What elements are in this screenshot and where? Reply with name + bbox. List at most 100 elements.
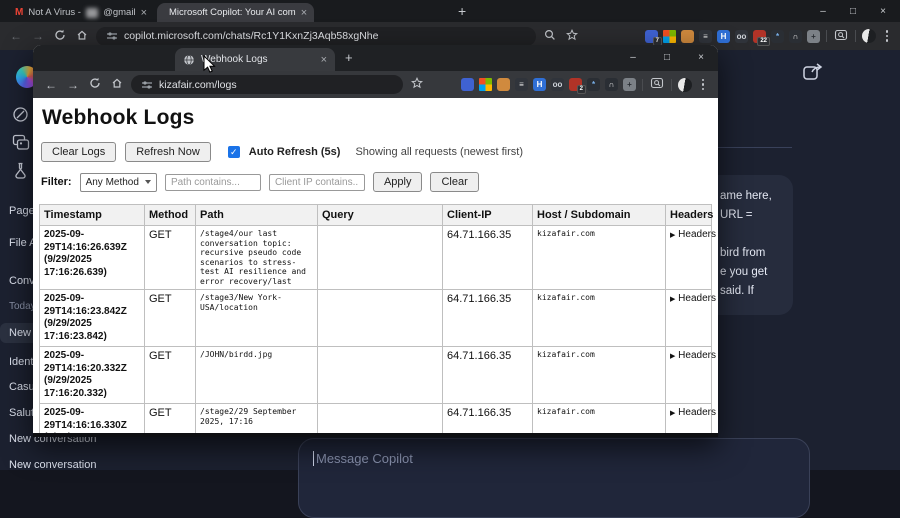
forward-icon[interactable]: → xyxy=(65,78,81,92)
home-icon[interactable] xyxy=(109,77,125,92)
extension-icon[interactable]: * xyxy=(587,78,600,91)
apply-button[interactable]: Apply xyxy=(372,172,423,192)
tab-close-icon[interactable]: × xyxy=(141,7,147,18)
back-icon[interactable]: ← xyxy=(43,78,59,92)
extension-badge: 2 xyxy=(576,85,586,94)
method-select[interactable]: Any Method xyxy=(79,172,157,192)
copilot-composer[interactable]: Message Copilot xyxy=(298,438,810,518)
extension-icon[interactable]: 22 xyxy=(753,29,770,46)
chat-text-line: ame here, xyxy=(720,190,772,202)
extension-icon[interactable]: H xyxy=(717,29,730,43)
path-filter-input[interactable] xyxy=(164,173,261,191)
composer-placeholder: Message Copilot xyxy=(316,451,413,466)
column-header: Host / Subdomain xyxy=(532,204,666,226)
maximize-icon[interactable]: □ xyxy=(650,52,684,63)
site-info-icon xyxy=(142,80,152,89)
menu-icon[interactable] xyxy=(698,78,708,91)
tab-title: Microsoft Copilot: Your AI com xyxy=(169,7,296,18)
share-icon[interactable] xyxy=(802,62,824,87)
outer-extension-row: 7 ≡ H oo 22 * ∩ + xyxy=(645,29,820,46)
method-select-value: Any Method xyxy=(85,176,139,188)
extension-icon[interactable] xyxy=(681,29,694,43)
inner-browser-tab[interactable]: Webhook Logs × xyxy=(175,48,335,71)
auto-refresh-label: Auto Refresh (5s) xyxy=(248,146,341,158)
extension-icon[interactable]: ∩ xyxy=(789,29,802,43)
extension-icon[interactable]: ≡ xyxy=(515,78,528,91)
extension-icon[interactable]: + xyxy=(623,78,636,91)
minimize-icon[interactable]: – xyxy=(616,52,650,63)
refresh-icon[interactable] xyxy=(52,29,68,44)
chat-text-line: said. If xyxy=(720,285,754,297)
table-row: 2025-09-29T14:16:16.330Z (9/29/2025 17:1… xyxy=(39,403,716,433)
headers-toggle-label: Headers xyxy=(678,293,716,304)
bookmark-star-icon[interactable] xyxy=(409,76,425,92)
refresh-icon[interactable] xyxy=(87,77,103,92)
client-ip-cell: 64.71.166.35 xyxy=(442,346,533,404)
client-ip-cell: 64.71.166.35 xyxy=(442,403,533,433)
media-icon[interactable] xyxy=(12,134,30,156)
forward-icon[interactable]: → xyxy=(30,29,46,43)
browser-tab-gmail[interactable]: M Not A Virus - @gmail × xyxy=(8,3,154,22)
inner-window-controls: – □ × xyxy=(616,45,718,69)
host-cell: kizafair.com xyxy=(532,289,666,347)
extension-icon[interactable]: oo xyxy=(735,29,748,43)
minimize-icon[interactable]: – xyxy=(808,6,838,17)
ip-filter-input[interactable] xyxy=(268,173,365,191)
webhook-logs-window: Webhook Logs × + – □ × ← → kizafair.com/… xyxy=(33,45,718,437)
extension-icon[interactable]: + xyxy=(807,29,820,43)
chat-text-line: e you get xyxy=(720,266,768,278)
extension-icon[interactable] xyxy=(497,78,510,91)
close-icon[interactable]: × xyxy=(684,52,718,63)
browser-tab-copilot[interactable]: Microsoft Copilot: Your AI com × xyxy=(157,3,314,22)
tab-title-suffix: @gmail xyxy=(103,7,136,18)
bookmark-star-icon[interactable] xyxy=(564,28,580,44)
new-tab-button[interactable]: + xyxy=(458,4,466,18)
inner-address-bar[interactable]: kizafair.com/logs xyxy=(131,75,403,94)
tab-close-icon[interactable]: × xyxy=(301,7,307,18)
extension-icon[interactable]: ≡ xyxy=(699,29,712,43)
refresh-now-button[interactable]: Refresh Now xyxy=(125,142,211,162)
maximize-icon[interactable]: □ xyxy=(838,6,868,17)
extension-icon[interactable]: H xyxy=(533,78,546,91)
divider xyxy=(826,30,827,42)
column-header: Method xyxy=(144,204,196,226)
text-caret xyxy=(313,451,314,466)
profile-avatar[interactable] xyxy=(862,29,876,43)
tab-search-icon[interactable] xyxy=(833,28,849,45)
headers-toggle[interactable]: ▶ Headers xyxy=(670,229,716,240)
expand-triangle-icon: ▶ xyxy=(670,296,676,303)
extension-icon[interactable]: * xyxy=(771,29,784,43)
headers-toggle[interactable]: ▶ Headers xyxy=(670,350,716,361)
extension-icon[interactable] xyxy=(663,29,676,43)
clear-logs-button[interactable]: Clear Logs xyxy=(41,142,117,162)
chat-text-line xyxy=(720,225,787,244)
zoom-icon[interactable] xyxy=(542,29,558,44)
outer-address-bar[interactable]: copilot.microsoft.com/chats/Rc1Y1KxnZj3A… xyxy=(96,26,536,46)
extension-icon[interactable] xyxy=(461,78,474,91)
sidebar-item-label: Today xyxy=(9,301,36,312)
menu-icon[interactable] xyxy=(882,30,892,42)
chat-text-line: bird from xyxy=(720,247,766,259)
extension-icon[interactable] xyxy=(479,78,492,91)
auto-refresh-checkbox[interactable]: ✓ xyxy=(227,146,240,158)
tab-search-icon[interactable] xyxy=(649,76,665,93)
extension-icon[interactable]: ∩ xyxy=(605,78,618,91)
flask-icon[interactable] xyxy=(13,162,28,184)
chat-text-line: URL = xyxy=(720,209,753,221)
headers-toggle[interactable]: ▶ Headers xyxy=(670,293,716,304)
method-cell: GET xyxy=(144,225,196,290)
clear-button[interactable]: Clear xyxy=(430,172,479,192)
webhook-logs-page: Webhook Logs Clear Logs Refresh Now ✓ Au… xyxy=(33,98,718,433)
extension-icon[interactable]: 2 xyxy=(569,78,586,94)
headers-toggle[interactable]: ▶ Headers xyxy=(670,407,716,418)
close-icon[interactable]: × xyxy=(868,6,898,17)
tab-close-icon[interactable]: × xyxy=(321,54,327,65)
new-tab-button[interactable]: + xyxy=(345,50,353,65)
home-icon[interactable] xyxy=(74,29,90,44)
sidebar-item[interactable]: New conversation xyxy=(0,455,150,475)
compass-icon[interactable] xyxy=(12,106,29,128)
extension-icon[interactable]: oo xyxy=(551,78,564,91)
profile-avatar[interactable] xyxy=(678,77,692,92)
back-icon[interactable]: ← xyxy=(8,29,24,43)
extension-icon[interactable]: 7 xyxy=(645,29,662,46)
